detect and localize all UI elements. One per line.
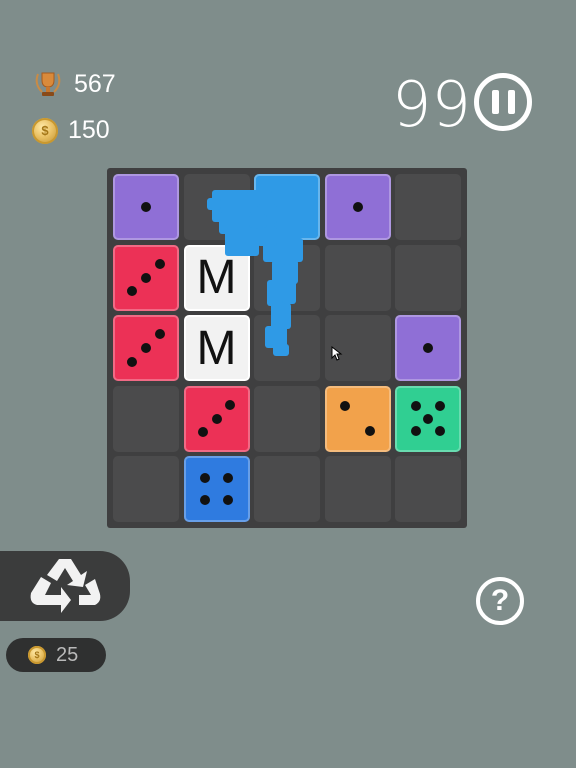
trophy-icon: [35, 72, 61, 96]
recycle-button[interactable]: [0, 551, 130, 621]
best-score-value: 567: [74, 69, 116, 98]
drag-trail-effect: [207, 190, 303, 356]
coin-icon: $: [28, 646, 46, 664]
coin-icon: $: [32, 117, 58, 144]
current-score: 99: [392, 68, 471, 141]
recycle-icon: [30, 559, 101, 613]
recycle-cost-value: 25: [56, 643, 79, 666]
coin-balance-stat: $ 150: [32, 116, 110, 145]
best-score-stat: 567: [32, 68, 116, 100]
recycle-cost: $ 25: [6, 638, 106, 672]
coin-balance-value: 150: [68, 116, 110, 144]
game-board: MM: [107, 168, 467, 528]
pause-button[interactable]: [474, 73, 532, 131]
help-button[interactable]: ?: [476, 577, 524, 625]
pause-icon: [491, 90, 499, 114]
mouse-cursor-icon: [331, 346, 343, 361]
